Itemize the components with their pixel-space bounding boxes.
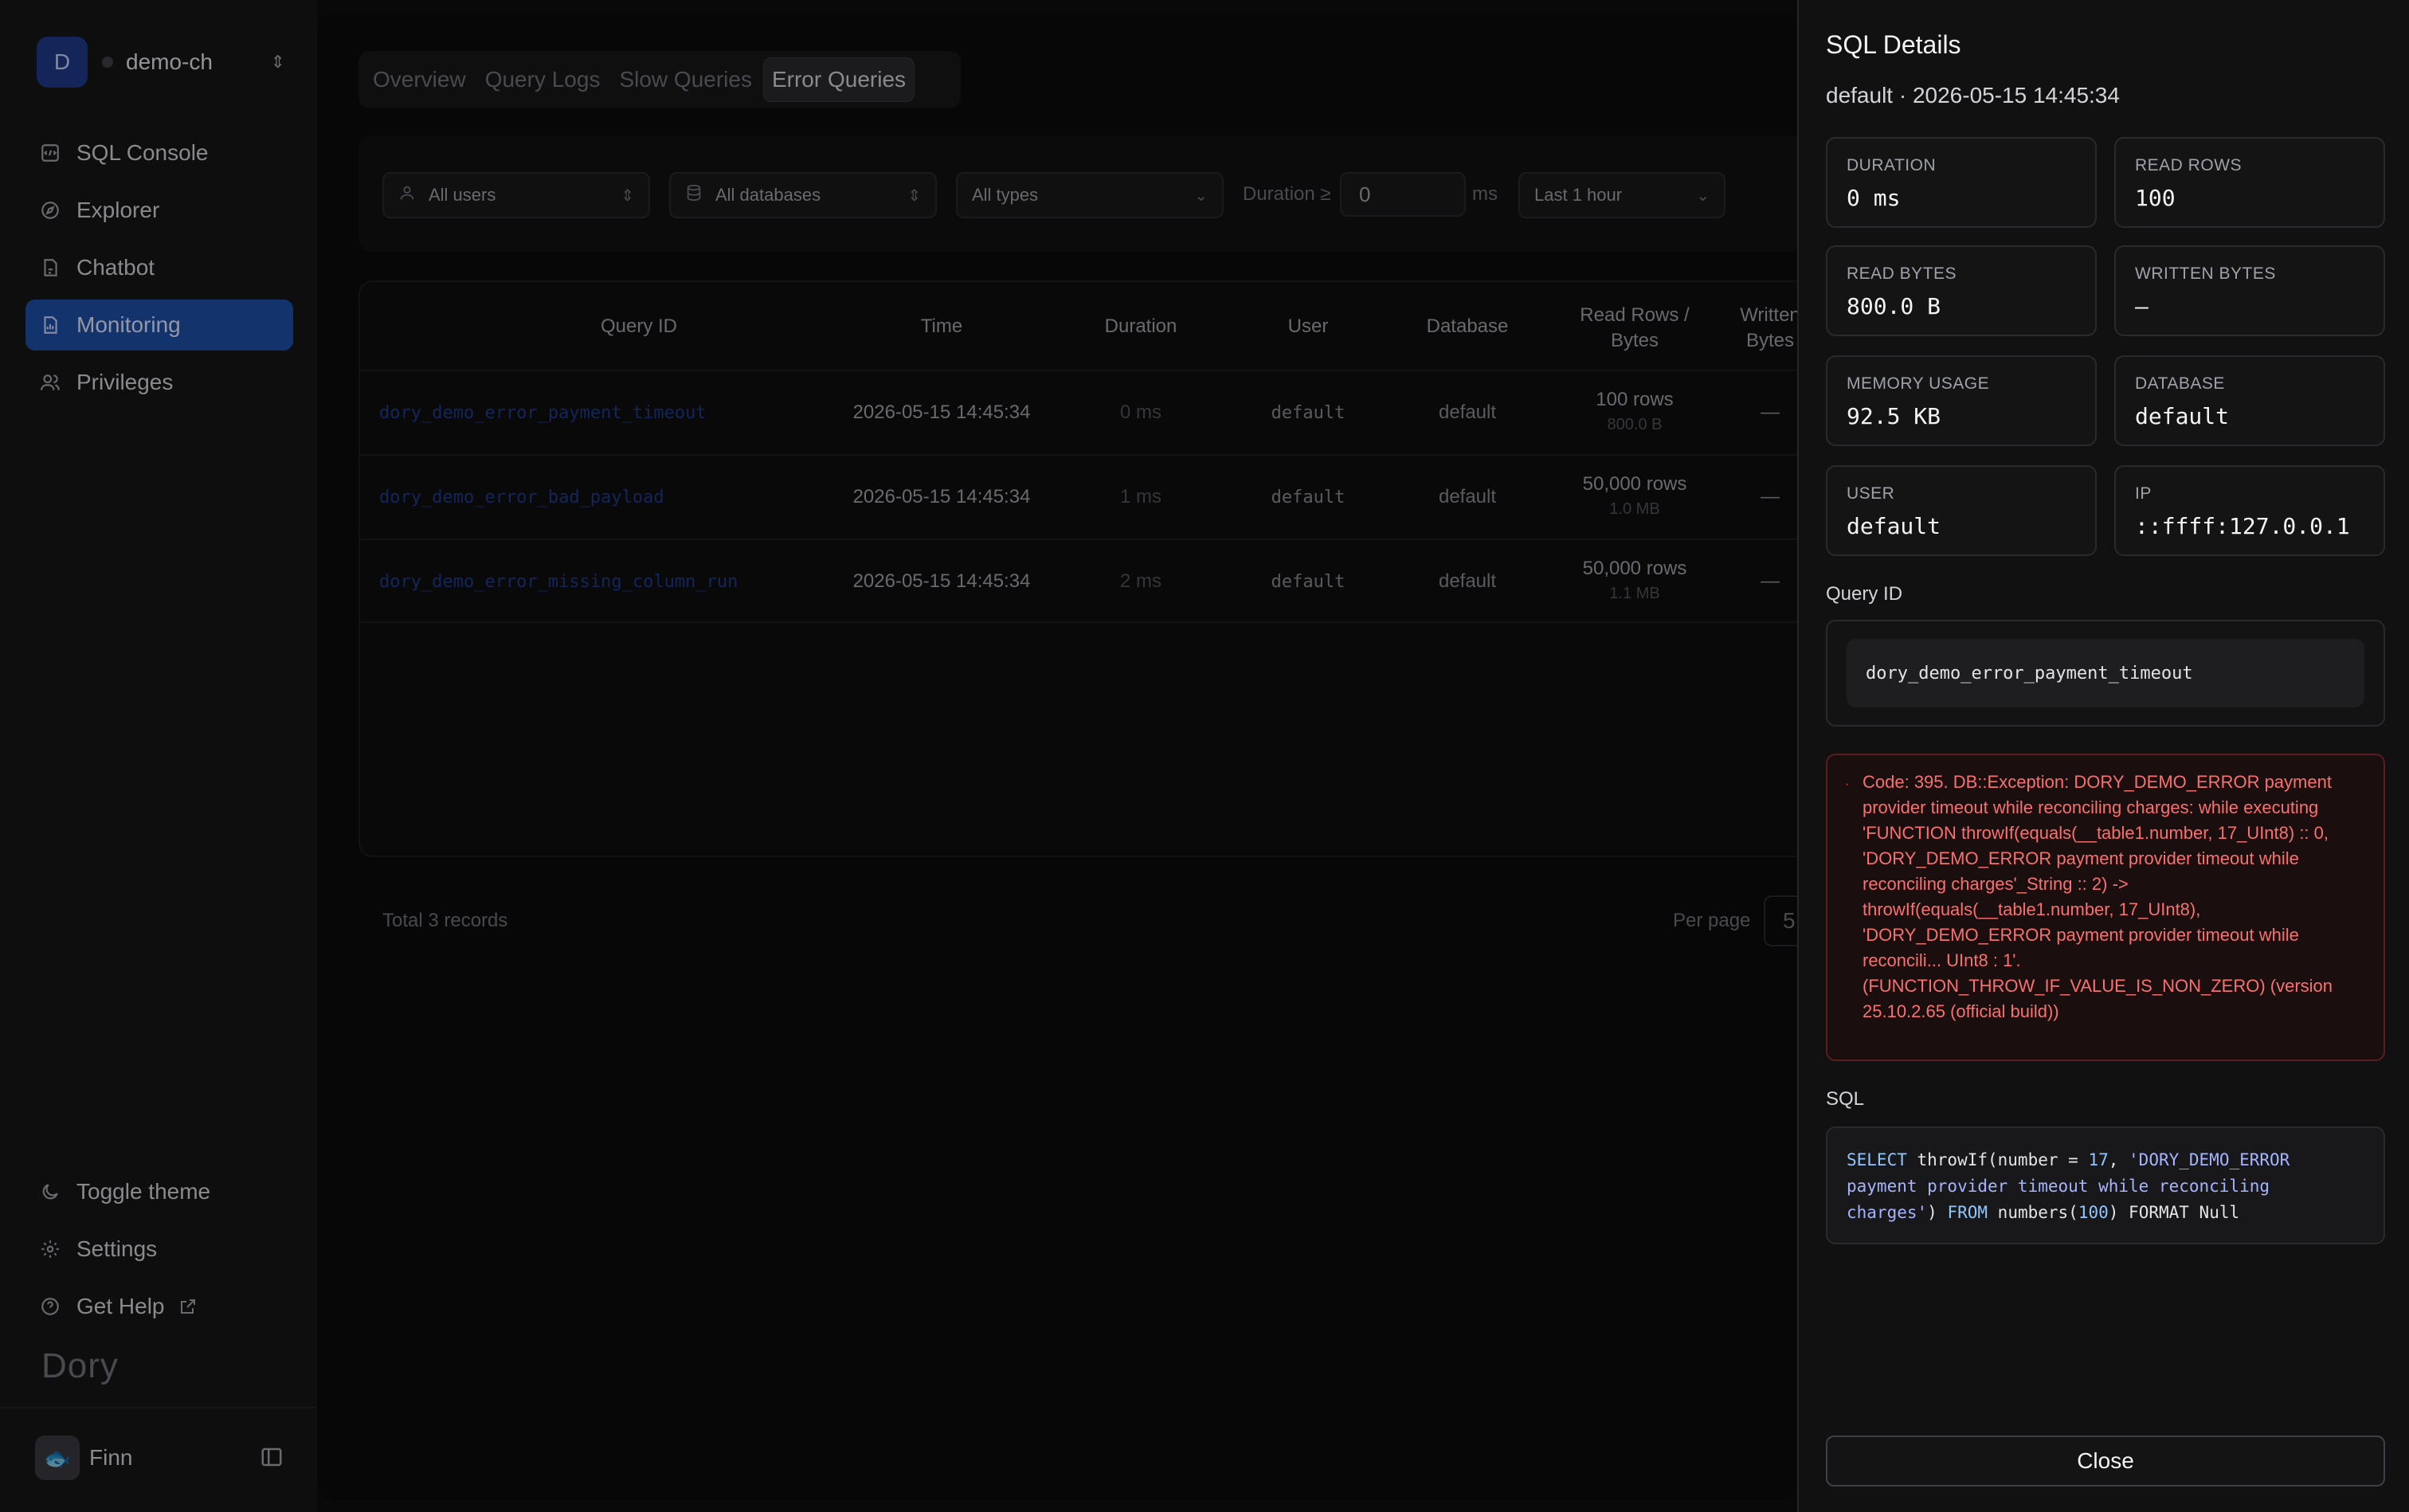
stat-value: ::ffff:127.0.0.1 <box>2135 513 2350 539</box>
error-message: Code: 395. DB::Exception: DORY_DEMO_ERRO… <box>1863 772 2333 1021</box>
sql-details-panel: SQL Details default · 2026-05-15 14:45:3… <box>1797 0 2409 1512</box>
sql-string: 'DORY_DEMO_ERROR <box>2129 1150 2290 1169</box>
stat-read-bytes: READ BYTES 800.0 B <box>1826 245 2097 336</box>
sql-string: payment provider timeout while reconcili… <box>1847 1177 2270 1196</box>
sql-token: ) <box>1927 1203 1948 1222</box>
stat-label: READ BYTES <box>1847 264 1957 283</box>
sql-string: charges' <box>1847 1203 1928 1222</box>
stat-ip: IP ::ffff:127.0.0.1 <box>2114 465 2385 556</box>
stat-label: USER <box>1847 484 1895 503</box>
stat-label: DATABASE <box>2135 374 2225 393</box>
stat-label: IP <box>2135 484 2152 503</box>
stat-value: 0 ms <box>1847 185 1901 211</box>
stat-label: WRITTEN BYTES <box>2135 264 2276 283</box>
stat-duration: DURATION 0 ms <box>1826 137 2097 228</box>
sql-token: , <box>2108 1150 2129 1169</box>
stat-label: MEMORY USAGE <box>1847 374 1990 393</box>
stat-written-bytes: WRITTEN BYTES — <box>2114 245 2385 336</box>
panel-subtitle: default · 2026-05-15 14:45:34 <box>1826 83 2120 108</box>
close-button[interactable]: Close <box>1826 1436 2385 1487</box>
query-id-box: dory_demo_error_payment_timeout <box>1826 620 2385 727</box>
sql-token: throwIf(number = <box>1906 1150 2089 1169</box>
sql-label: SQL <box>1826 1088 1865 1110</box>
sql-number: 100 <box>2078 1203 2109 1222</box>
stat-value: 100 <box>2135 185 2176 211</box>
query-id-value[interactable]: dory_demo_error_payment_timeout <box>1847 639 2364 707</box>
modal-backdrop[interactable] <box>0 0 1797 1512</box>
stat-value: 92.5 KB <box>1847 403 1941 429</box>
stat-value: 800.0 B <box>1847 293 1941 319</box>
stat-label: DURATION <box>1847 156 1937 174</box>
sql-code-block[interactable]: SELECT throwIf(number = 17, 'DORY_DEMO_E… <box>1826 1126 2385 1244</box>
error-dot-icon: · <box>1845 778 1850 791</box>
query-id-label: Query ID <box>1826 583 1903 605</box>
stat-value: — <box>2135 293 2149 319</box>
sql-keyword: SELECT <box>1847 1150 1907 1169</box>
stat-value: default <box>1847 513 1941 539</box>
panel-title: SQL Details <box>1826 30 1961 59</box>
sql-token: ) FORMAT Null <box>2108 1203 2240 1222</box>
stat-read-rows: READ ROWS 100 <box>2114 137 2385 228</box>
stat-memory-usage: MEMORY USAGE 92.5 KB <box>1826 355 2097 446</box>
sql-token: numbers( <box>1988 1203 2078 1222</box>
stat-user: USER default <box>1826 465 2097 556</box>
sql-number: 17 <box>2088 1150 2109 1169</box>
stat-label: READ ROWS <box>2135 156 2243 174</box>
sql-keyword: FROM <box>1947 1203 1988 1222</box>
error-message-box: · Code: 395. DB::Exception: DORY_DEMO_ER… <box>1826 754 2385 1061</box>
stat-value: default <box>2135 403 2230 429</box>
stat-database: DATABASE default <box>2114 355 2385 446</box>
